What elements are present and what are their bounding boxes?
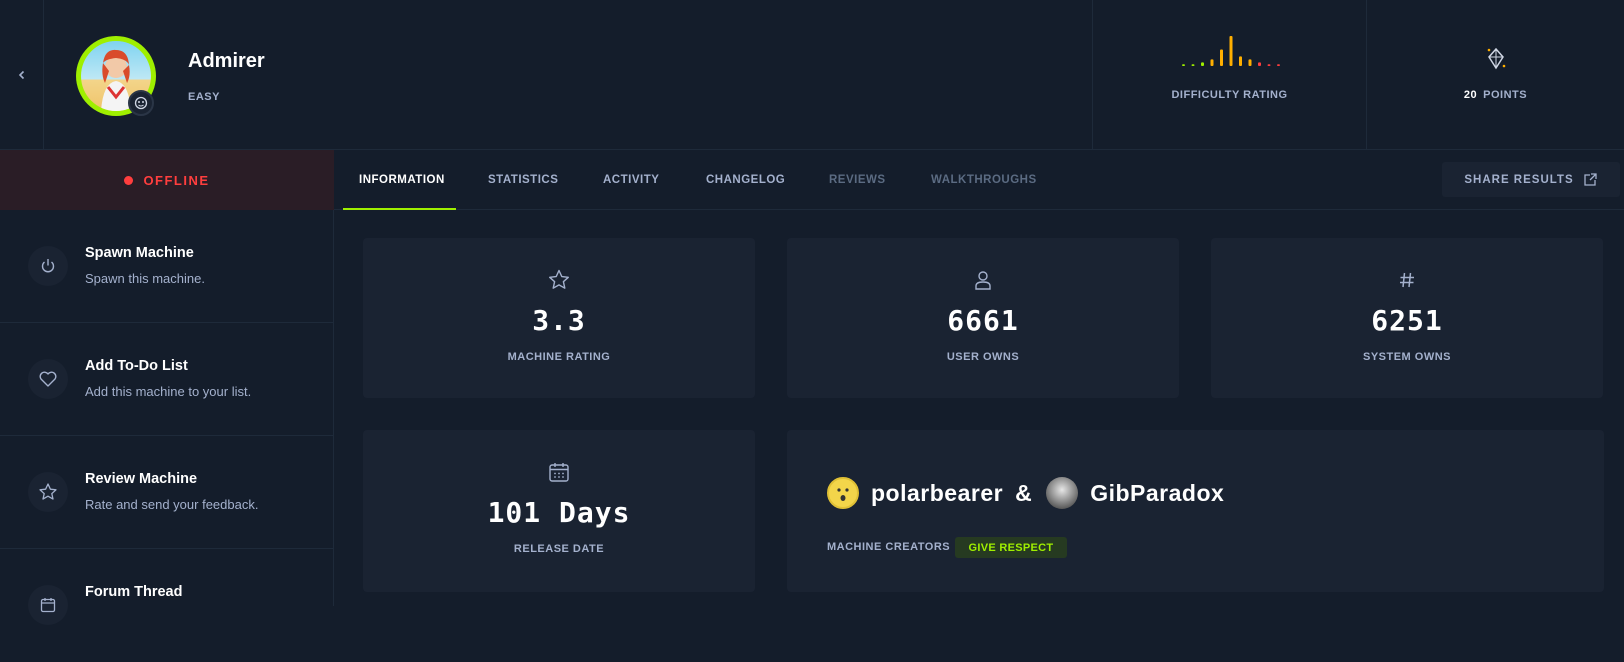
machine-rating-value: 3.3 xyxy=(532,304,586,337)
user-owns-card: 6661 USER OWNS xyxy=(787,238,1179,398)
difficulty-bar xyxy=(1201,62,1204,66)
difficulty-bar xyxy=(1258,62,1261,66)
creator-separator: & xyxy=(1015,479,1033,506)
tab-statistics[interactable]: STATISTICS xyxy=(488,150,558,210)
tab-activity[interactable]: ACTIVITY xyxy=(603,150,659,210)
tab-changelog[interactable]: CHANGELOG xyxy=(706,150,785,210)
machine-rating-label: MACHINE RATING xyxy=(507,351,611,363)
user-icon xyxy=(970,267,996,293)
system-owns-value: 6251 xyxy=(1371,304,1443,337)
tab-information[interactable]: INFORMATION xyxy=(359,150,445,210)
creator-avatar-gibparadox[interactable] xyxy=(1046,477,1079,509)
difficulty-bar xyxy=(1191,64,1195,66)
spawn-machine-action[interactable]: Spawn Machine Spawn this machine. xyxy=(0,210,334,323)
user-owns-label: USER OWNS xyxy=(946,351,1020,363)
chevron-left-icon xyxy=(18,70,24,80)
machine-creators-card: polarbearer & GibParadox MACHINE CREATOR… xyxy=(787,430,1604,592)
points-label: 20 POINTS xyxy=(1367,89,1624,101)
difficulty-rating-chart xyxy=(1182,36,1280,66)
power-icon xyxy=(28,246,68,286)
difficulty-rating-label: DIFFICULTY RATING xyxy=(1171,89,1288,101)
calendar-icon xyxy=(546,459,572,485)
tab-reviews[interactable]: REVIEWS xyxy=(829,150,886,210)
action-subtitle: Add this machine to your list. xyxy=(85,384,252,399)
difficulty-bar xyxy=(1267,64,1271,66)
system-owns-label: SYSTEM OWNS xyxy=(1362,351,1451,363)
action-title: Forum Thread xyxy=(85,584,183,600)
creator-names: polarbearer & GibParadox xyxy=(827,477,1224,509)
status-dot xyxy=(124,175,134,185)
difficulty-bar xyxy=(1220,49,1223,66)
action-title: Review Machine xyxy=(85,471,198,487)
share-results-button[interactable]: SHARE RESULTS xyxy=(1442,162,1620,197)
heart-icon xyxy=(28,359,68,399)
machine-creators-label: MACHINE CREATORS xyxy=(827,541,951,553)
system-owns-card: 6251 SYSTEM OWNS xyxy=(1211,238,1603,398)
give-respect-button[interactable]: GIVE RESPECT xyxy=(955,537,1067,558)
machine-difficulty: EASY xyxy=(188,91,220,103)
action-title: Spawn Machine xyxy=(85,245,194,261)
add-todo-action[interactable]: Add To-Do List Add this machine to your … xyxy=(0,323,334,436)
machine-sidebar: OFFLINE Spawn Machine Spawn this machine… xyxy=(0,150,334,625)
release-date-card: 101 Days RELEASE DATE xyxy=(363,430,755,592)
points-text: POINTS xyxy=(1483,89,1528,101)
star-icon xyxy=(28,472,68,512)
difficulty-rating-panel[interactable]: DIFFICULTY RATING xyxy=(1092,0,1366,150)
difficulty-bar xyxy=(1248,59,1252,66)
action-subtitle: Rate and send your feedback. xyxy=(85,497,259,512)
review-machine-action[interactable]: Review Machine Rate and send your feedba… xyxy=(0,436,334,549)
star-icon xyxy=(546,267,572,293)
machine-status: OFFLINE xyxy=(0,150,334,210)
difficulty-bar xyxy=(1239,56,1242,66)
release-date-label: RELEASE DATE xyxy=(513,543,605,555)
external-link-icon xyxy=(1583,172,1597,186)
tab-walkthroughs[interactable]: WALKTHROUGHS xyxy=(931,150,1037,210)
machine-tabs: INFORMATION STATISTICS ACTIVITY CHANGELO… xyxy=(334,150,1624,210)
creator-name-first[interactable]: polarbearer xyxy=(871,480,1003,507)
os-linux-icon xyxy=(128,90,154,116)
share-results-label: SHARE RESULTS xyxy=(1464,173,1574,186)
user-owns-value: 6661 xyxy=(947,304,1019,337)
active-tab-indicator xyxy=(343,208,456,210)
machine-rating-card: 3.3 MACHINE RATING xyxy=(363,238,755,398)
hash-icon xyxy=(1394,267,1420,293)
difficulty-bar xyxy=(1210,59,1214,66)
difficulty-bar xyxy=(1277,64,1280,66)
difficulty-bar xyxy=(1182,64,1185,66)
status-label: OFFLINE xyxy=(143,172,210,188)
machine-avatar xyxy=(76,36,156,116)
creator-name-second[interactable]: GibParadox xyxy=(1090,480,1224,507)
action-subtitle: Spawn this machine. xyxy=(85,271,205,286)
difficulty-bar xyxy=(1229,36,1233,66)
machine-header: Admirer EASY DIFFICULTY RATING 20 POINTS xyxy=(0,0,1624,150)
back-button[interactable] xyxy=(0,0,44,150)
points-value: 20 xyxy=(1463,89,1478,101)
machine-name: Admirer xyxy=(188,50,265,72)
action-title: Add To-Do List xyxy=(85,358,188,374)
calendar-icon xyxy=(28,585,68,625)
points-panel: 20 POINTS xyxy=(1366,0,1624,150)
creator-avatar-polarbearer[interactable] xyxy=(827,477,859,509)
release-date-value: 101 Days xyxy=(487,496,631,529)
diamond-icon xyxy=(1487,47,1506,70)
